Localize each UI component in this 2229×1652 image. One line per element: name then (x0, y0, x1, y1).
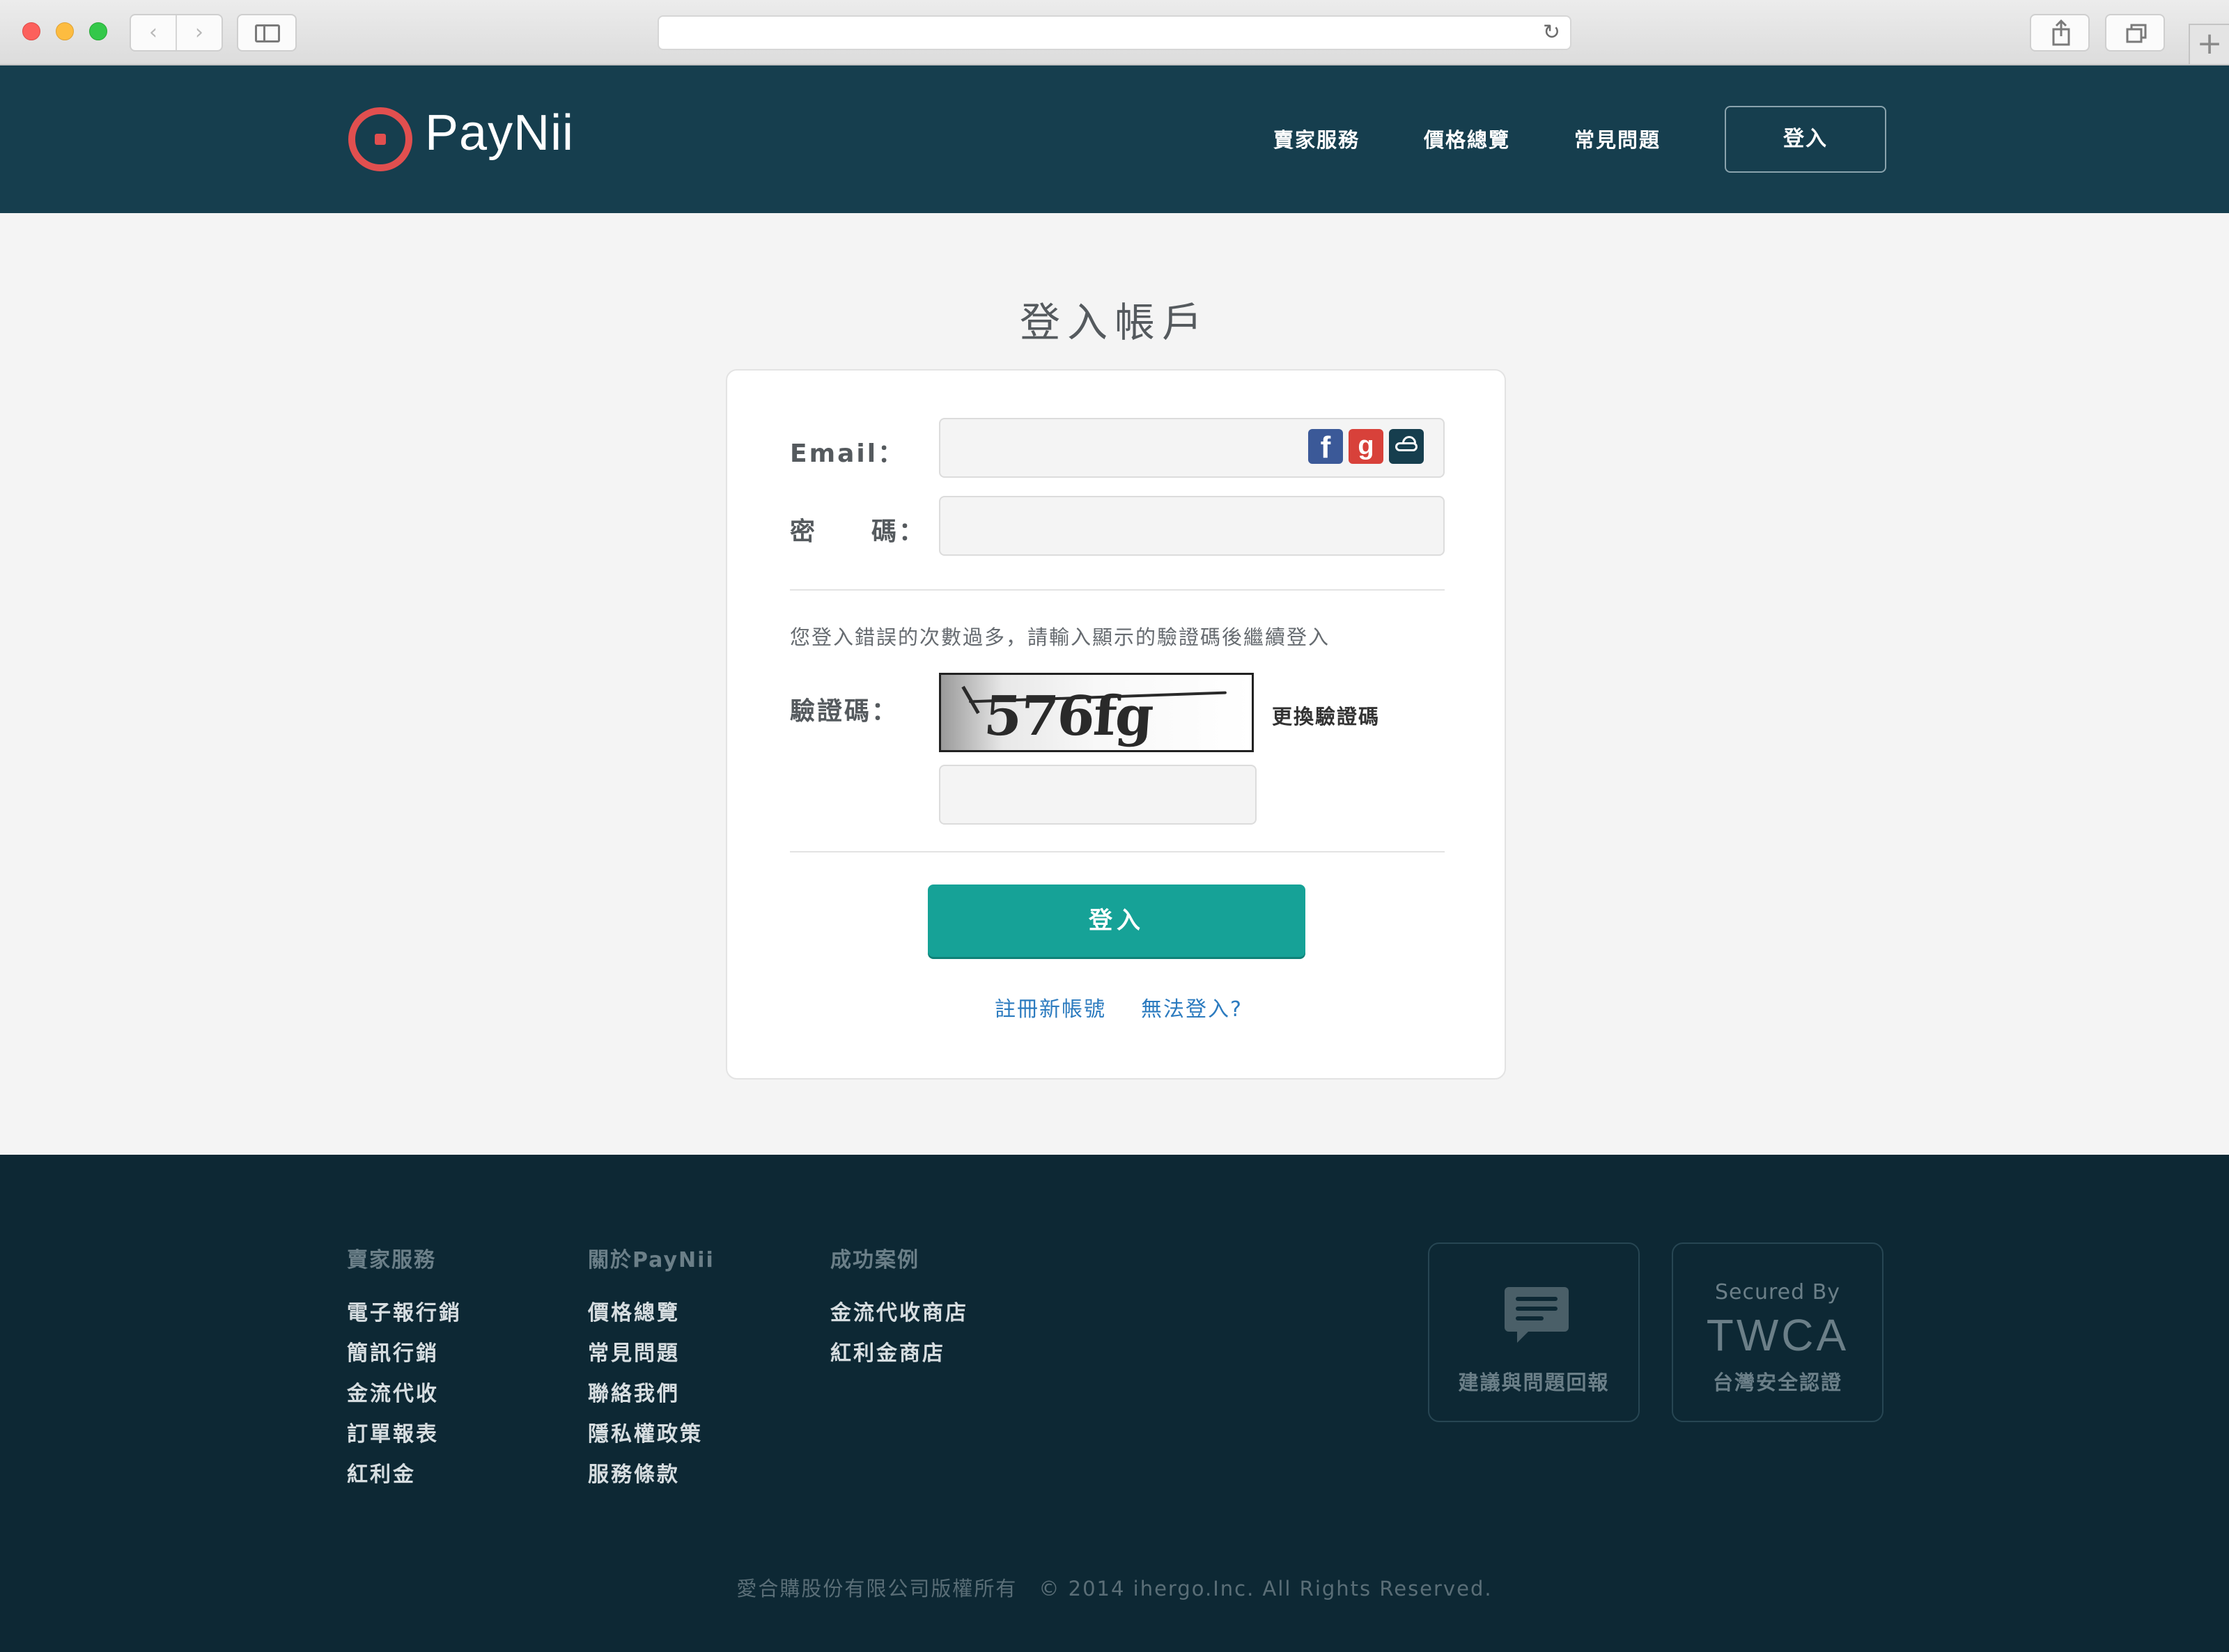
footer-column-title: 關於PayNii (588, 1248, 715, 1272)
feedback-label: 建議與問題回報 (1458, 1371, 1610, 1394)
twca-logo: TWCA (1706, 1310, 1849, 1360)
footer-link[interactable]: 價格總覽 (588, 1295, 680, 1326)
browser-toolbar: ‹ › ↻ + (0, 0, 2229, 65)
cloud-icon[interactable] (1389, 429, 1424, 464)
nav-seller-services[interactable]: 賣家服務 (1273, 124, 1360, 153)
header-login-button[interactable]: 登入 (1725, 106, 1886, 173)
minimize-window-button[interactable] (56, 22, 74, 40)
page: ‹ › ↻ + PayNii 賣家服務 價格總覽 常見問題 登入 登入帳戶 Em… (0, 0, 2229, 1652)
main-content: 登入帳戶 Email： f g 密 碼： 您登入錯誤的次數過多，請輸入顯示的驗證… (0, 213, 2229, 1155)
share-button[interactable] (2030, 14, 2090, 52)
nav-faq[interactable]: 常見問題 (1574, 124, 1661, 153)
footer-link[interactable]: 服務條款 (588, 1457, 680, 1488)
cant-login-link[interactable]: 無法登入? (1141, 992, 1243, 1022)
captcha-notice: 您登入錯誤的次數過多，請輸入顯示的驗證碼後繼續登入 (790, 625, 1330, 649)
twca-label: 台灣安全認證 (1712, 1371, 1842, 1394)
back-icon[interactable]: ‹ (143, 22, 163, 43)
page-title: 登入帳戶 (1019, 299, 1209, 346)
history-navigation: ‹ › (130, 14, 223, 52)
login-card: Email： f g 密 碼： 您登入錯誤的次數過多，請輸入顯示的驗證碼後繼續登… (726, 369, 1506, 1080)
footer-link[interactable]: 金流代收商店 (830, 1295, 968, 1326)
footer-link[interactable]: 電子報行銷 (347, 1295, 462, 1326)
site-header: PayNii 賣家服務 價格總覽 常見問題 登入 (0, 65, 2229, 213)
forward-icon[interactable]: › (189, 22, 209, 43)
twca-badge[interactable]: Secured By TWCA 台灣安全認證 (1672, 1242, 1884, 1422)
divider (790, 851, 1445, 852)
footer-link[interactable]: 紅利金商店 (830, 1336, 945, 1366)
footer-link[interactable]: 隱私權政策 (588, 1417, 703, 1447)
sidebar-toggle-button[interactable] (237, 14, 297, 52)
captcha-image: 576fg (939, 673, 1254, 752)
new-tab-button[interactable]: + (2189, 24, 2229, 64)
divider (176, 15, 177, 50)
sidebar-icon (255, 24, 280, 42)
chat-icon (1505, 1287, 1569, 1343)
email-input[interactable]: f g (939, 418, 1445, 478)
google-plus-icon[interactable]: g (1349, 429, 1383, 464)
footer-link[interactable]: 聯絡我們 (588, 1376, 680, 1407)
site-footer: 賣家服務 電子報行銷 簡訊行銷 金流代收 訂單報表 紅利金 關於PayNii 價… (0, 1155, 2229, 1652)
password-input[interactable] (939, 496, 1445, 556)
show-tabs-button[interactable] (2105, 14, 2165, 52)
facebook-icon[interactable]: f (1308, 429, 1343, 465)
email-label: Email： (790, 439, 906, 468)
copyright: 愛合購股份有限公司版權所有 © 2014 ihergo.Inc. All Rig… (736, 1577, 1493, 1600)
captcha-label: 驗證碼： (790, 697, 899, 726)
footer-link[interactable]: 紅利金 (347, 1457, 416, 1488)
footer-link[interactable]: 訂單報表 (347, 1417, 439, 1447)
footer-link[interactable]: 常見問題 (588, 1336, 680, 1366)
footer-column-title: 賣家服務 (347, 1248, 436, 1272)
zoom-window-button[interactable] (89, 22, 107, 40)
logo-text[interactable]: PayNii (425, 104, 574, 162)
tabs-icon (2126, 24, 2147, 43)
address-bar[interactable]: ↻ (658, 15, 1571, 50)
reload-icon[interactable]: ↻ (1543, 21, 1560, 45)
register-link[interactable]: 註冊新帳號 (995, 992, 1106, 1022)
captcha-input[interactable] (939, 765, 1257, 825)
password-label: 密 碼： (790, 517, 926, 546)
feedback-box[interactable]: 建議與問題回報 (1428, 1242, 1640, 1422)
footer-link[interactable]: 簡訊行銷 (347, 1336, 439, 1366)
share-icon (2052, 19, 2070, 46)
nav-pricing[interactable]: 價格總覽 (1424, 124, 1510, 153)
close-window-button[interactable] (22, 22, 40, 40)
footer-column-title: 成功案例 (830, 1248, 919, 1272)
login-submit-button[interactable]: 登入 (928, 885, 1305, 957)
divider (790, 589, 1445, 591)
captcha-text: 576fg (981, 685, 1155, 748)
refresh-captcha-link[interactable]: 更換驗證碼 (1272, 701, 1380, 730)
logo-icon[interactable] (348, 107, 412, 171)
secured-by-text: Secured By (1714, 1280, 1841, 1304)
footer-link[interactable]: 金流代收 (347, 1376, 439, 1407)
